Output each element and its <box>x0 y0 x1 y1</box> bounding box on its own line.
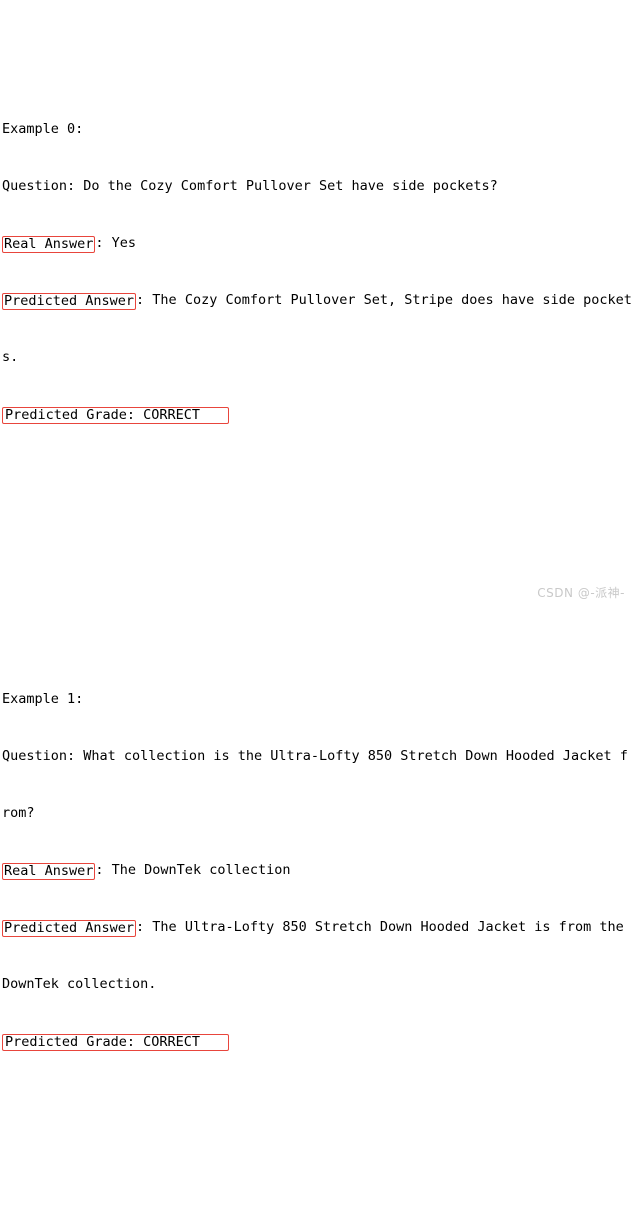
predicted-grade-badge: Predicted Grade: CORRECT <box>2 407 229 424</box>
example-block: Example 0: Question: Do the Cozy Comfort… <box>0 82 633 576</box>
example-header: Example 0: <box>2 121 84 137</box>
predicted-grade-line: Predicted Grade: CORRECT <box>0 405 633 424</box>
real-answer-line: Real Answer: Yes <box>0 234 633 253</box>
predicted-answer-text: : The Ultra-Lofty 850 Stretch Down Hoode… <box>136 919 624 935</box>
predicted-answer-label: Predicted Answer <box>2 293 137 310</box>
predicted-answer-line: Predicted Answer: The Cozy Comfort Pullo… <box>0 291 633 310</box>
real-answer-text: : The DownTek collection <box>95 862 291 878</box>
question-line: Question: What collection is the Ultra-L… <box>2 748 628 764</box>
predicted-answer-wrap-line: DownTek collection. <box>2 976 157 992</box>
example-block: Example 1: Question: What collection is … <box>0 652 633 1203</box>
predicted-answer-text: : The Cozy Comfort Pullover Set, Stripe … <box>136 292 632 308</box>
predicted-answer-wrap-line: s. <box>2 349 19 365</box>
predicted-grade-badge: Predicted Grade: CORRECT <box>2 1034 229 1051</box>
predicted-answer-line: Predicted Answer: The Ultra-Lofty 850 St… <box>0 918 633 937</box>
real-answer-text: : Yes <box>95 235 137 251</box>
real-answer-label: Real Answer <box>2 863 96 880</box>
notebook-output-page: Example 0: Question: Do the Cozy Comfort… <box>0 0 633 1051</box>
output-stream: Example 0: Question: Do the Cozy Comfort… <box>0 6 633 1230</box>
question-wrap-line: rom? <box>2 805 35 821</box>
predicted-grade-line: Predicted Grade: CORRECT <box>0 1032 633 1051</box>
csdn-watermark: CSDN @-派神- <box>537 586 625 600</box>
example-header: Example 1: <box>2 691 84 707</box>
real-answer-line: Real Answer: The DownTek collection <box>0 861 633 880</box>
question-line: Question: Do the Cozy Comfort Pullover S… <box>2 178 498 194</box>
predicted-answer-label: Predicted Answer <box>2 920 137 937</box>
real-answer-label: Real Answer <box>2 236 96 253</box>
